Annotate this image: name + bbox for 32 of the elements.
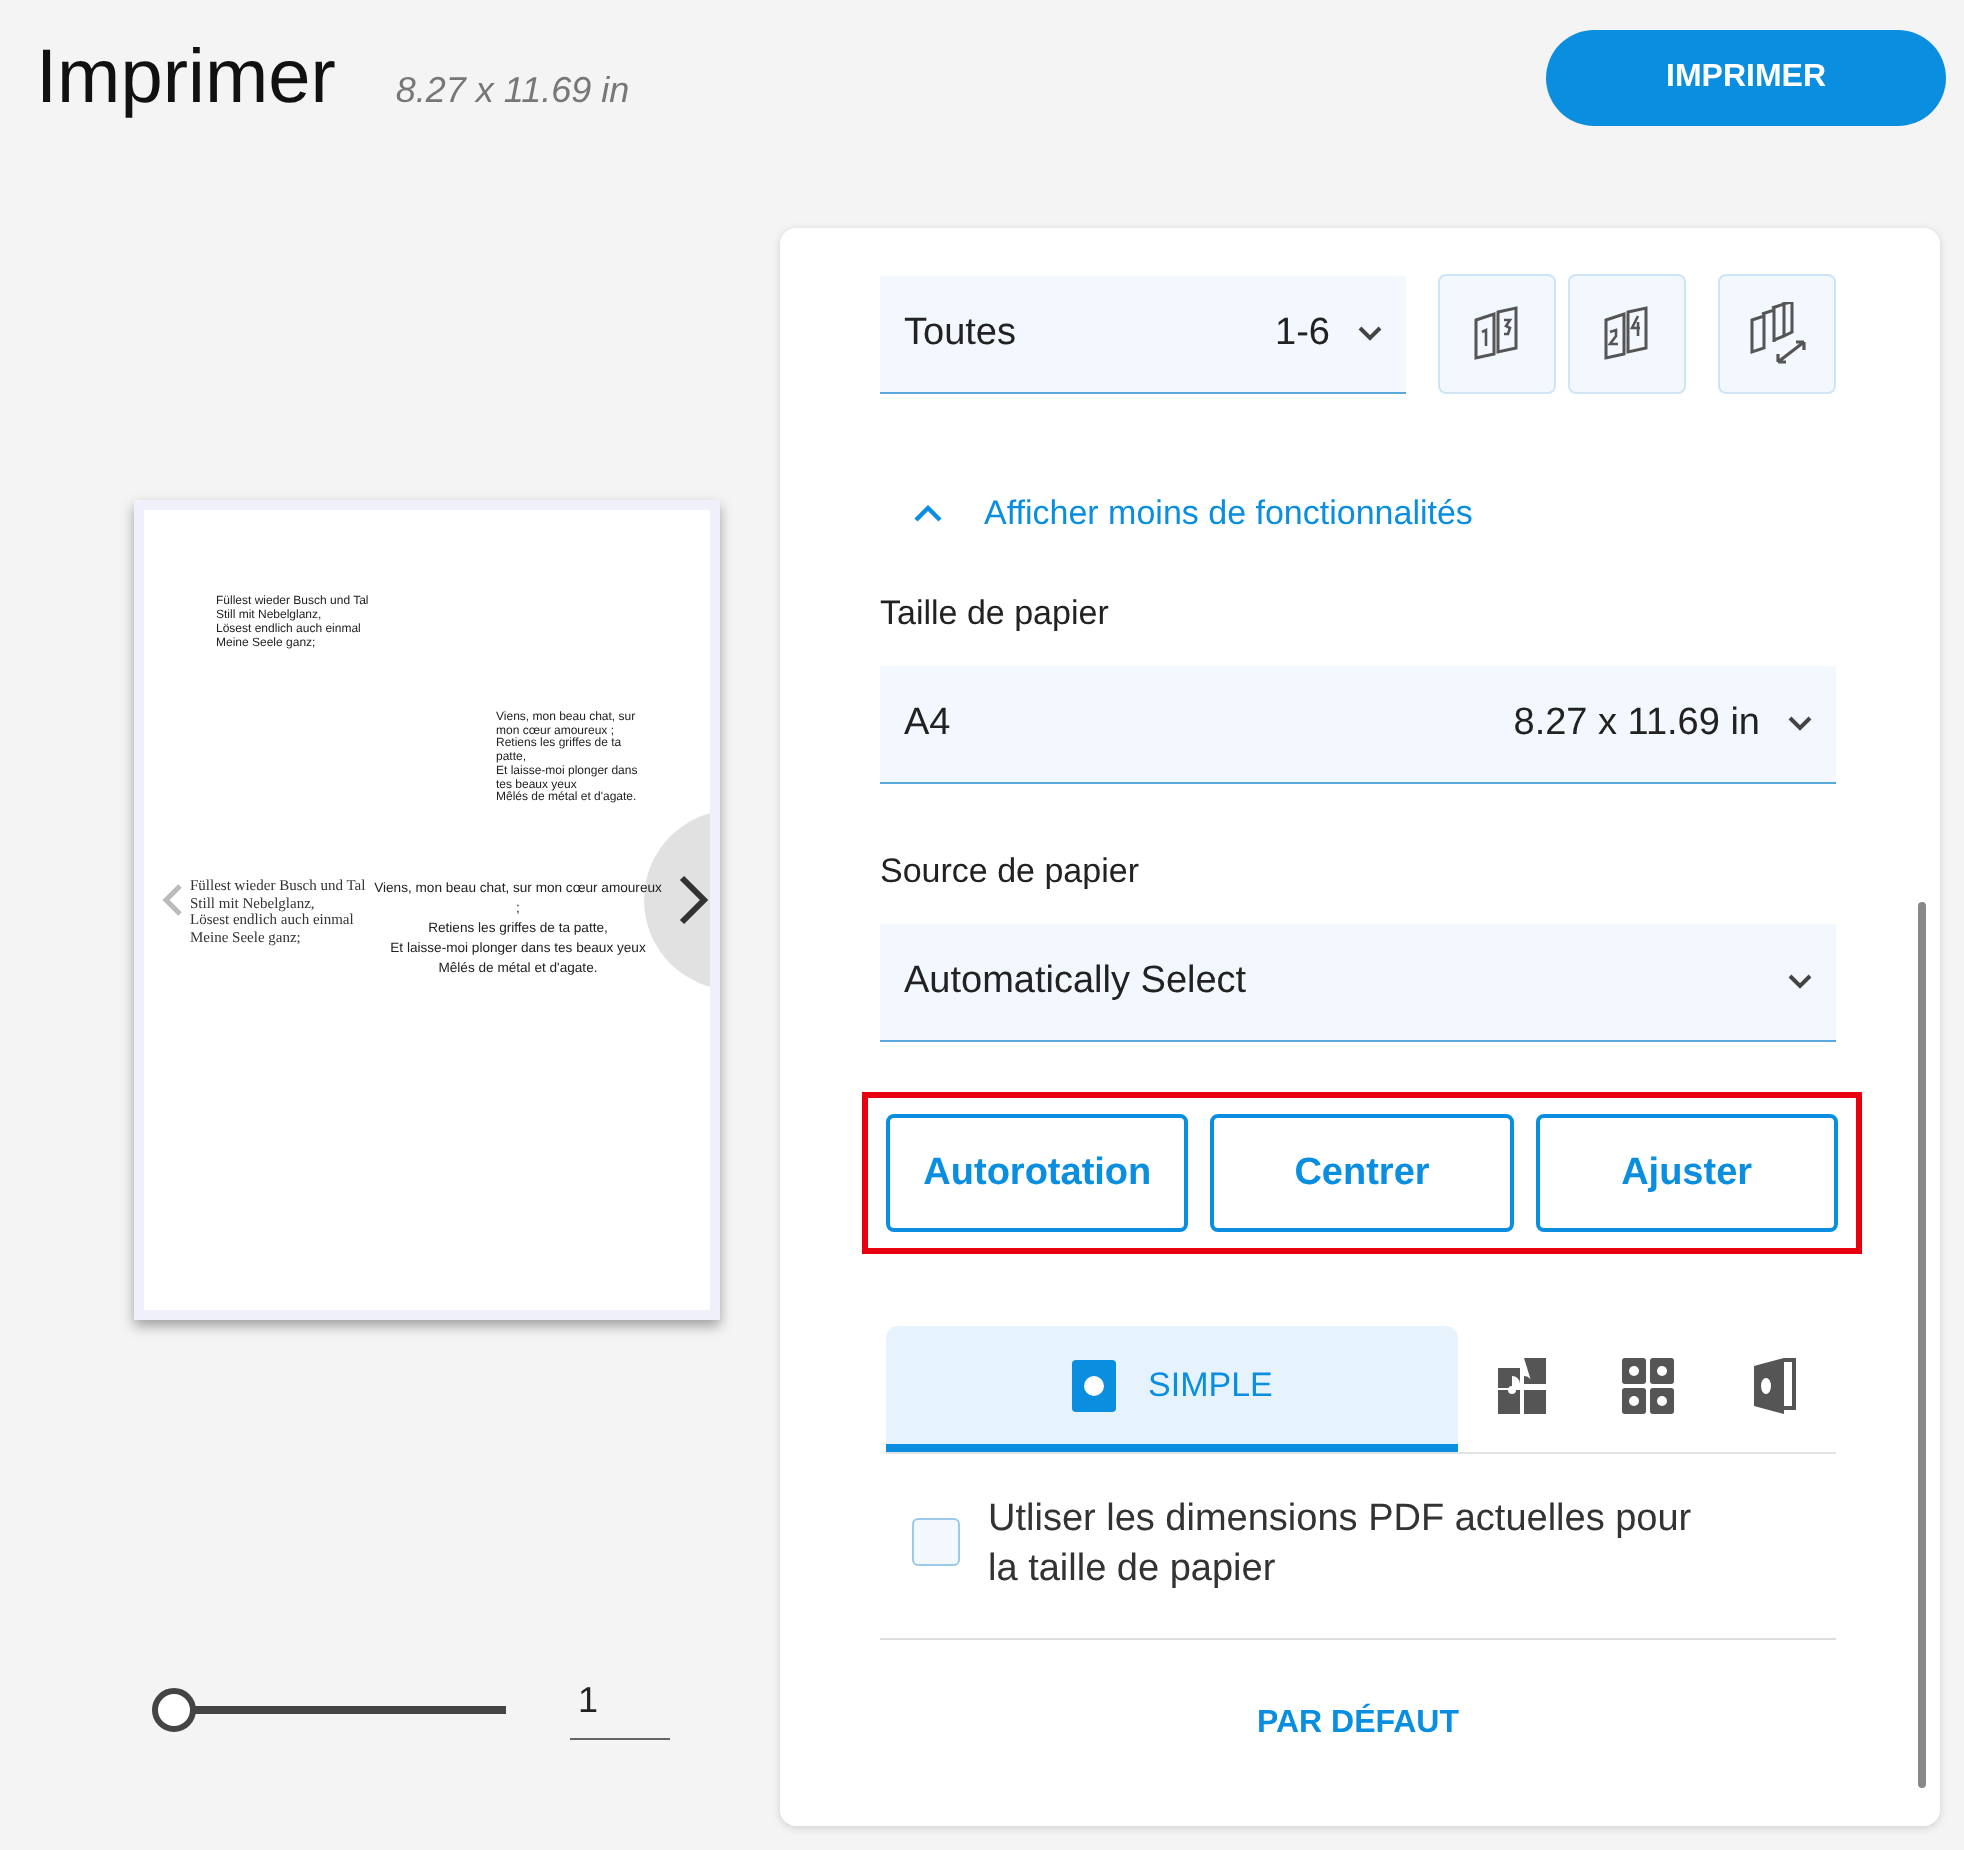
cover-page-icon bbox=[1751, 1355, 1796, 1415]
paper-size-text: 8.27 x 11.69 in bbox=[395, 69, 630, 111]
option-label: Utliser les dimensions PDF actuelles pour la taille de papier bbox=[988, 1496, 1694, 1594]
scale-option-button[interactable]: Centrer bbox=[1210, 1114, 1514, 1232]
scale-option-button[interactable]: Autorotation bbox=[886, 1114, 1189, 1232]
print-button[interactable]: IMPRIMER bbox=[1546, 30, 1946, 126]
paper-source-select[interactable]: Automatically Select bbox=[880, 924, 1836, 1042]
odd-pages-button[interactable] bbox=[1438, 274, 1556, 394]
page-stack-icon bbox=[1745, 302, 1809, 366]
scale-option-button[interactable]: Ajuster bbox=[1535, 1114, 1838, 1232]
pages-select[interactable]: Toutes 1-6 bbox=[880, 275, 1406, 393]
grid-icon bbox=[1621, 1357, 1674, 1413]
field-label: Source de papier bbox=[880, 852, 1141, 892]
caret-icon bbox=[1788, 974, 1812, 990]
even-pages-button[interactable] bbox=[1568, 274, 1686, 394]
default-button[interactable]: PAR DÉFAUT bbox=[1244, 1704, 1472, 1744]
simple-layout-tab[interactable]: SIMPLE bbox=[886, 1326, 1459, 1452]
chevron-up-icon bbox=[912, 504, 944, 524]
chevron-right-icon bbox=[676, 872, 710, 928]
show-less-link[interactable]: Afficher moins de fonctionnalités bbox=[912, 494, 1836, 534]
paper-size-select[interactable]: A4 8.27 x 11.69 in bbox=[880, 666, 1836, 784]
collate-button[interactable] bbox=[1718, 274, 1836, 394]
checkbox[interactable] bbox=[912, 1518, 960, 1566]
caret-icon bbox=[1788, 716, 1812, 732]
page-title: Imprimer bbox=[36, 35, 336, 121]
single-page-icon bbox=[1072, 1359, 1117, 1411]
field-label: Taille de papier bbox=[880, 594, 1111, 634]
caret-icon bbox=[1358, 325, 1382, 341]
zoom-slider[interactable] bbox=[152, 1688, 506, 1732]
scrollbar[interactable] bbox=[1918, 902, 1926, 1788]
booklet-icon bbox=[1495, 1355, 1548, 1415]
page-number-field[interactable]: 1 bbox=[570, 1680, 670, 1740]
